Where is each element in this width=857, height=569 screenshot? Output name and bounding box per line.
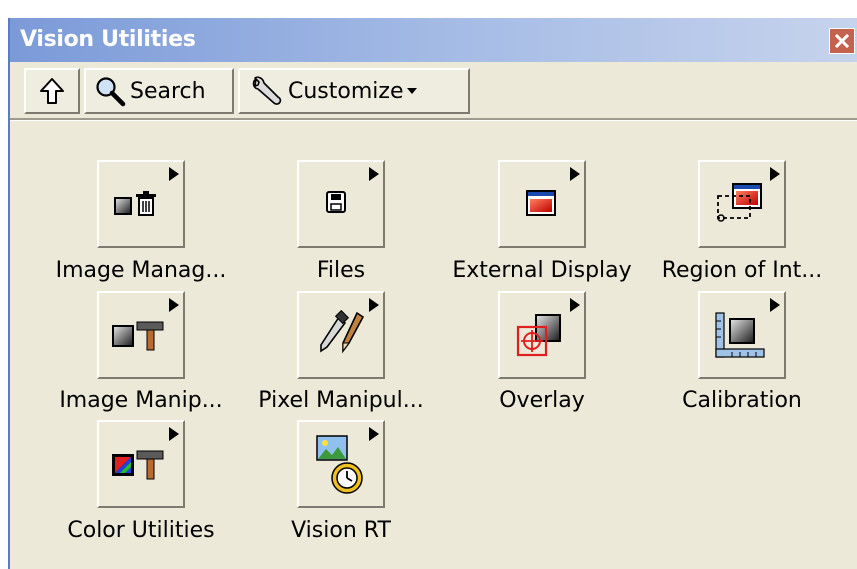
pixel-manipulation-tile[interactable] <box>297 291 385 379</box>
tile-label-external-display: External Display <box>452 258 632 283</box>
color-utilities-tile[interactable] <box>97 420 185 508</box>
submenu-arrow-icon <box>169 298 179 312</box>
submenu-arrow-icon <box>570 298 580 312</box>
tile-label-files: Files <box>316 258 366 283</box>
submenu-arrow-icon <box>369 427 379 441</box>
tile-label-image-manipulation: Image Manip... <box>59 388 223 413</box>
tile-label-pixel-manipulation: Pixel Manipul... <box>258 388 424 413</box>
submenu-arrow-icon <box>770 167 780 181</box>
submenu-arrow-icon <box>369 167 379 181</box>
image-management-tile[interactable] <box>97 160 185 248</box>
vision-rt-tile[interactable] <box>297 420 385 508</box>
tile-label-color-utilities: Color Utilities <box>67 518 215 543</box>
overlay-tile[interactable] <box>498 291 586 379</box>
submenu-arrow-icon <box>369 298 379 312</box>
external-display-tile[interactable] <box>498 160 586 248</box>
tile-label-vision-rt: Vision RT <box>291 518 391 543</box>
submenu-arrow-icon <box>169 167 179 181</box>
calibration-tile[interactable] <box>698 291 786 379</box>
submenu-arrow-icon <box>570 167 580 181</box>
image-manipulation-tile[interactable] <box>97 291 185 379</box>
submenu-arrow-icon <box>770 298 780 312</box>
files-tile[interactable] <box>297 160 385 248</box>
tile-label-calibration: Calibration <box>682 388 802 413</box>
palette-grid: Image Manag... Files External Display Re… <box>10 18 857 569</box>
tile-label-region-of-interest: Region of Int... <box>661 258 823 283</box>
tile-label-image-management: Image Manag... <box>55 258 227 283</box>
vision-utilities-window: Vision Utilities Search Customize Image … <box>8 18 857 569</box>
tile-label-overlay: Overlay <box>499 388 585 413</box>
submenu-arrow-icon <box>169 427 179 441</box>
region-of-interest-tile[interactable] <box>698 160 786 248</box>
